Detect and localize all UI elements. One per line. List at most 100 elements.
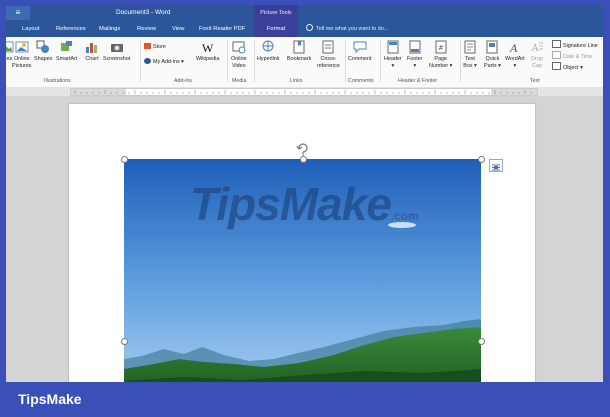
selected-picture[interactable]: TipsMake.com <box>124 159 481 382</box>
resize-handle-top-right[interactable] <box>478 156 485 163</box>
camera-icon <box>110 44 123 52</box>
chart-button[interactable]: Chart <box>85 40 99 63</box>
object-icon <box>552 62 561 70</box>
layout-options-icon <box>492 164 500 171</box>
picture-tools-header: Picture Tools <box>254 5 298 22</box>
tab-mailings[interactable]: Mailings <box>99 22 120 37</box>
tell-me-search[interactable]: Tell me what you want to do... <box>306 22 388 37</box>
lightbulb-icon <box>306 24 313 31</box>
object-label: Object <box>563 65 579 71</box>
cross-reference-label-1: Cross- <box>320 56 337 62</box>
smartart-icon <box>60 41 72 51</box>
online-picture-icon <box>15 41 29 53</box>
quick-parts-label-1: Quick <box>485 56 500 62</box>
resize-handle-top-left[interactable] <box>121 156 128 163</box>
resize-handle-left[interactable] <box>121 338 128 345</box>
cross-reference-label-2: reference <box>317 62 340 69</box>
smartart-label: SmartArt <box>56 56 78 62</box>
tab-foxit-reader-pdf[interactable]: Foxit Reader PDF <box>199 22 245 37</box>
comments-group-label: Comments <box>348 78 374 84</box>
footer-button[interactable]: Footer ▾ <box>407 40 423 69</box>
page-number-label-1: Page <box>434 56 447 62</box>
shapes-button[interactable]: Shapes <box>34 40 52 63</box>
svg-text:A: A <box>509 41 518 54</box>
tab-view[interactable]: View <box>172 22 184 37</box>
online-pictures-label-2: Pictures <box>12 62 32 69</box>
group-separator <box>227 40 228 82</box>
store-icon <box>144 43 151 49</box>
online-video-button[interactable]: Online Video <box>231 40 247 69</box>
watermark-suffix: .com <box>390 209 419 223</box>
wordart-icon: A <box>509 41 518 54</box>
shapes-icon <box>36 40 50 53</box>
links-group-label: Links <box>290 78 303 84</box>
tab-review[interactable]: Review <box>137 22 156 37</box>
tab-format[interactable]: Format <box>254 22 298 37</box>
text-group-label: Text <box>530 78 540 84</box>
wordart-label: WordArt <box>505 56 525 62</box>
hyperlink-button[interactable]: Hyperlink <box>257 40 279 63</box>
signature-line-button[interactable]: Signature Line <box>552 40 598 50</box>
brand-logo: TipsMake <box>18 391 82 407</box>
group-separator <box>380 40 381 82</box>
header-footer-group-label: Header & Footer <box>398 78 438 84</box>
page-number-icon: # <box>435 40 447 54</box>
cross-reference-button[interactable]: Cross- reference <box>317 40 340 69</box>
wikipedia-button[interactable]: W Wikipedia <box>196 40 219 63</box>
date-time-button[interactable]: Date & Time <box>552 51 593 61</box>
online-video-label-2: Video <box>231 62 246 69</box>
page-number-button[interactable]: # Page Number ▾ <box>429 40 452 69</box>
drop-cap-label-2: Cap <box>532 62 542 69</box>
group-separator <box>460 40 461 82</box>
header-label: Header <box>384 56 402 62</box>
svg-text:A: A <box>531 42 539 54</box>
horizontal-ruler[interactable] <box>6 87 603 96</box>
quick-parts-label-2: Parts <box>484 62 497 69</box>
store-button[interactable]: Store <box>144 43 166 51</box>
wikipedia-label: Wikipedia <box>196 56 220 62</box>
store-label: Store <box>153 44 166 50</box>
document-canvas[interactable]: TipsMake.com <box>6 96 603 382</box>
document-page[interactable]: TipsMake.com <box>69 104 535 382</box>
wordart-button[interactable]: A WordArt ▾ <box>505 40 525 69</box>
hyperlink-icon <box>262 40 274 52</box>
tab-references[interactable]: References <box>56 22 86 37</box>
smartart-button[interactable]: SmartArt <box>56 40 77 63</box>
quick-parts-icon <box>486 40 498 54</box>
bookmark-button[interactable]: Bookmark <box>287 40 311 63</box>
ribbon-tabs: Layout References Mailings Review View F… <box>6 22 603 37</box>
signature-icon <box>552 40 561 48</box>
addins-group-label: Add-ins <box>174 78 192 84</box>
date-time-label: Date & Time <box>563 54 593 60</box>
tab-layout[interactable]: Layout <box>22 22 39 37</box>
watermark-text: TipsMake <box>190 178 392 230</box>
comment-button[interactable]: Comment <box>348 40 371 63</box>
ruler-track <box>70 88 538 96</box>
illustrations-group-label: Illustrations <box>44 78 71 84</box>
text-box-button[interactable]: Text Box ▾ <box>463 40 477 69</box>
resize-handle-right[interactable] <box>478 338 485 345</box>
hyperlink-label: Hyperlink <box>257 56 280 62</box>
my-addins-label: My Add-ins <box>153 59 180 65</box>
object-button[interactable]: Object ▾ <box>552 62 583 72</box>
page-number-label-2: Number <box>429 62 449 69</box>
screenshot-label: Screenshot <box>103 56 131 62</box>
comment-label: Comment <box>348 56 372 62</box>
drop-cap-button[interactable]: A Drop Cap <box>530 40 544 69</box>
header-button[interactable]: Header ▾ <box>384 40 402 69</box>
group-separator <box>345 40 346 82</box>
layout-options-button[interactable] <box>489 159 503 172</box>
wikipedia-icon: W <box>202 41 214 54</box>
screenshot-button[interactable]: Screenshot <box>103 40 130 63</box>
group-separator <box>254 40 255 82</box>
resize-handle-top[interactable] <box>300 156 307 163</box>
my-addins-button[interactable]: My Add-ins ▾ <box>144 58 184 66</box>
bookmark-icon <box>293 40 305 54</box>
document-title: Document3 - Word <box>116 9 171 16</box>
bar-chart-icon <box>86 43 97 53</box>
online-pictures-button[interactable]: Online Pictures <box>12 40 31 69</box>
quick-access-button[interactable]: ≡ <box>6 6 30 20</box>
text-box-label-2: Box <box>463 62 473 69</box>
bookmark-label: Bookmark <box>287 56 312 62</box>
quick-parts-button[interactable]: Quick Parts ▾ <box>484 40 501 69</box>
